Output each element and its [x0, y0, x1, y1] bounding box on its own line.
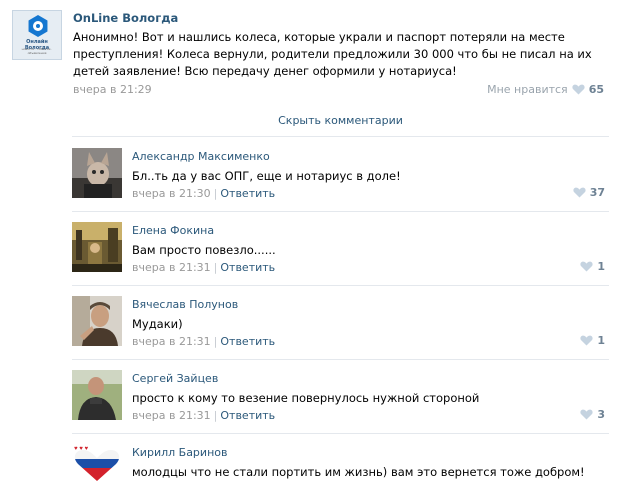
- comment-author-link[interactable]: Александр Максименко: [132, 150, 270, 163]
- post-timestamp[interactable]: вчера в 21:29: [73, 83, 152, 96]
- comment-author-link[interactable]: Елена Фокина: [132, 224, 214, 237]
- man-outdoors-avatar-icon[interactable]: [72, 370, 122, 420]
- comment-like-count: 3: [597, 408, 605, 421]
- group-avatar[interactable]: Онлайн Вологда новости · события · объяв…: [12, 10, 62, 60]
- flag-heart-avatar-icon[interactable]: ♥ ♥ ♥: [72, 444, 122, 481]
- comment-meta: вчера в 21:30 | Ответить: [132, 187, 275, 200]
- comment-like-count: 37: [589, 186, 605, 199]
- comment-text: Мудаки): [132, 317, 183, 331]
- post-text: Анонимно! Вот и нашлись колеса, которые …: [73, 30, 592, 78]
- reply-link[interactable]: Ответить: [220, 409, 275, 422]
- reply-link[interactable]: Ответить: [220, 261, 275, 274]
- like-count: 65: [588, 83, 604, 96]
- meta-separator: |: [213, 261, 218, 274]
- comment-item: ♥ ♥ ♥ Кирилл Баринов молодцы что не стал…: [72, 444, 609, 481]
- online-vologda-logo-icon: [28, 15, 48, 37]
- meta-separator: |: [213, 187, 218, 200]
- logo-subtitle: новости · события · объявления: [21, 47, 53, 55]
- comment-author-link[interactable]: Вячеслав Полунов: [132, 298, 238, 311]
- group-name-link[interactable]: OnLine Вологда: [73, 11, 178, 25]
- comment-author-link[interactable]: Кирилл Баринов: [132, 446, 227, 459]
- reply-link[interactable]: Ответить: [220, 335, 275, 348]
- city-photo-avatar-icon[interactable]: [72, 222, 122, 272]
- comment-author-link[interactable]: Сергей Зайцев: [132, 372, 218, 385]
- comment-meta: вчера в 21:31 | Ответить: [132, 335, 275, 348]
- divider: [72, 433, 609, 434]
- comment-text: Бл..ть да у вас ОПГ, еще и нотариус в до…: [132, 169, 401, 183]
- heart-icon: [573, 187, 586, 198]
- reply-link[interactable]: Ответить: [220, 187, 275, 200]
- heart-icon: [580, 409, 593, 420]
- comment-like-count: 1: [597, 334, 605, 347]
- like-label: Мне нравится: [487, 83, 568, 96]
- meta-separator: |: [213, 335, 218, 348]
- comment-timestamp[interactable]: вчера в 21:31: [132, 261, 211, 274]
- meta-separator: |: [213, 409, 218, 422]
- comment-like-count: 1: [597, 260, 605, 273]
- cat-avatar-icon[interactable]: [72, 148, 122, 198]
- man-photo-avatar-icon[interactable]: [72, 296, 122, 346]
- divider: [72, 211, 609, 212]
- comment-timestamp[interactable]: вчера в 21:31: [132, 409, 211, 422]
- heart-icon: [580, 335, 593, 346]
- wall-post: Онлайн Вологда новости · события · объяв…: [12, 10, 610, 122]
- comment-meta: вчера в 21:31 | Ответить: [132, 409, 275, 422]
- comment-like-button[interactable]: 1: [580, 260, 605, 273]
- divider: [72, 136, 609, 137]
- comment-like-button[interactable]: 37: [573, 186, 605, 199]
- comment-timestamp[interactable]: вчера в 21:30: [132, 187, 211, 200]
- divider: [72, 359, 609, 360]
- comment-like-button[interactable]: 3: [580, 408, 605, 421]
- heart-icon: [572, 84, 585, 95]
- heart-icon: [580, 261, 593, 272]
- comment-text: Вам просто повезло......: [132, 243, 276, 257]
- comment-like-button[interactable]: 1: [580, 334, 605, 347]
- comment-text: молодцы что не стали портить им жизнь) в…: [132, 465, 585, 479]
- comment-text: просто к кому то везение повернулось нуж…: [132, 391, 480, 405]
- comment-meta: вчера в 21:31 | Ответить: [132, 261, 275, 274]
- post-like-button[interactable]: Мне нравится 65: [487, 83, 604, 96]
- divider: [72, 285, 609, 286]
- comment-timestamp[interactable]: вчера в 21:31: [132, 335, 211, 348]
- hide-comments-link[interactable]: Скрыть комментарии: [72, 114, 609, 127]
